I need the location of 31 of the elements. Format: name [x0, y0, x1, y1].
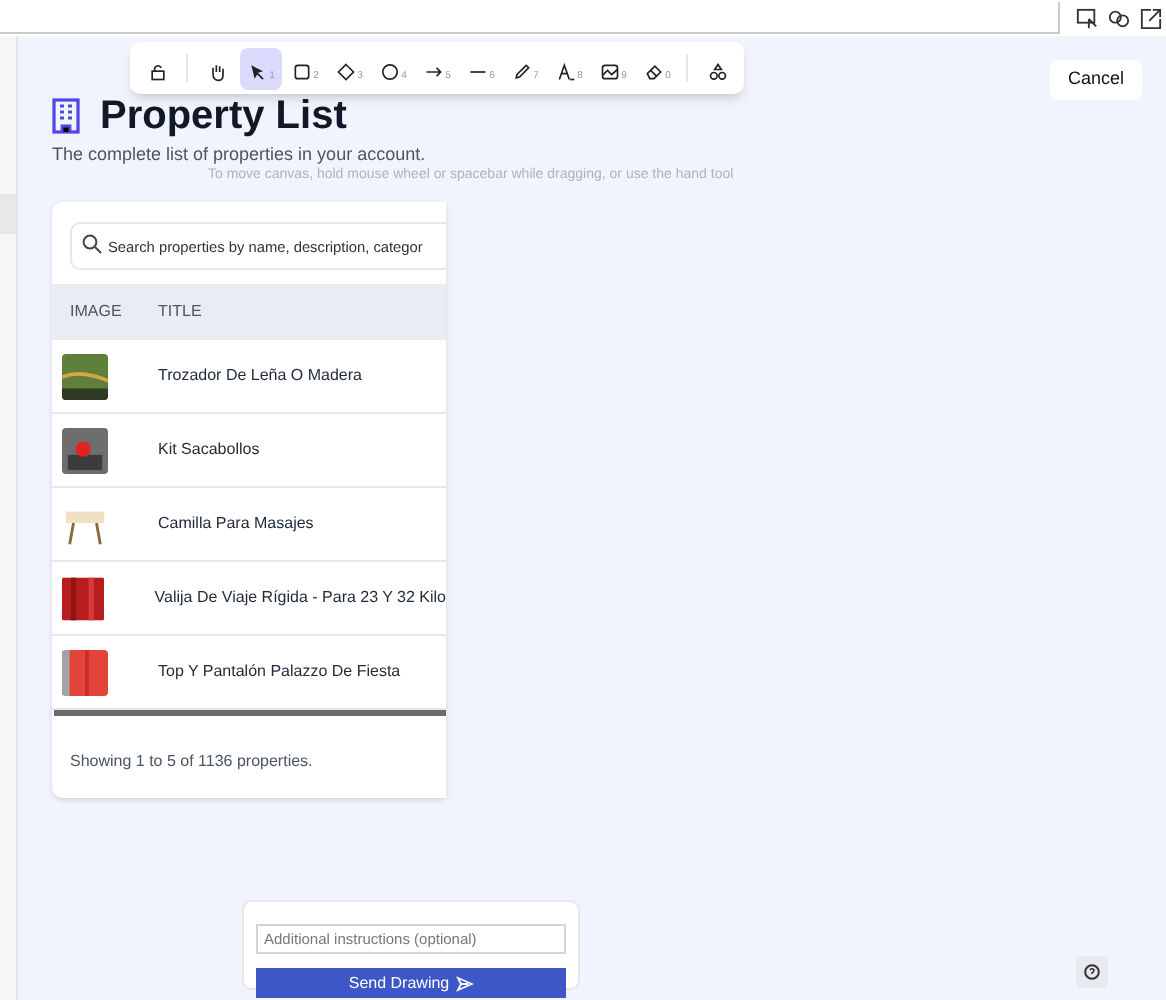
circle-icon: [379, 61, 400, 81]
table-cell: Camilla Para Masajes: [158, 512, 314, 536]
diamond-icon: [335, 61, 356, 81]
page-title: Property List: [100, 96, 347, 136]
help-button[interactable]: [1076, 956, 1108, 988]
screen-pointer-icon[interactable]: [1076, 7, 1098, 29]
column-header: TITLE: [158, 300, 202, 324]
help-icon: [1084, 964, 1100, 980]
page-subtitle: The complete list of properties in your account.: [52, 142, 428, 167]
pencil-icon: [511, 61, 532, 81]
hand-icon: [207, 61, 227, 81]
cancel-button[interactable]: Cancel: [1050, 60, 1142, 100]
link-icon[interactable]: [1108, 7, 1130, 29]
pagination-summary: Showing 1 to 5 of 1136 properties.: [70, 750, 315, 774]
lock-icon: [147, 61, 167, 81]
shapes-icon: [707, 61, 727, 81]
column-header: IMAGE: [70, 300, 124, 324]
table-cell: Valija De Viaje Rígida - Para 23 Y 32 Kilo: [154, 586, 446, 610]
search-icon: [82, 233, 102, 253]
table-cell: Trozador De Leña O Madera: [158, 364, 362, 388]
table-cell: Top Y Pantalón Palazzo De Fiesta: [158, 660, 401, 684]
eraser-icon: [643, 61, 664, 81]
send-icon: [455, 975, 474, 991]
cursor-icon: [247, 61, 268, 81]
send-drawing-button[interactable]: Send Drawing: [256, 968, 566, 998]
square-icon: [291, 61, 312, 81]
building-icon: [52, 98, 80, 134]
external-link-icon[interactable]: [1140, 7, 1162, 29]
table-cell: Kit Sacabollos: [158, 438, 260, 462]
text-icon: [555, 61, 576, 81]
image-icon: [599, 61, 620, 81]
